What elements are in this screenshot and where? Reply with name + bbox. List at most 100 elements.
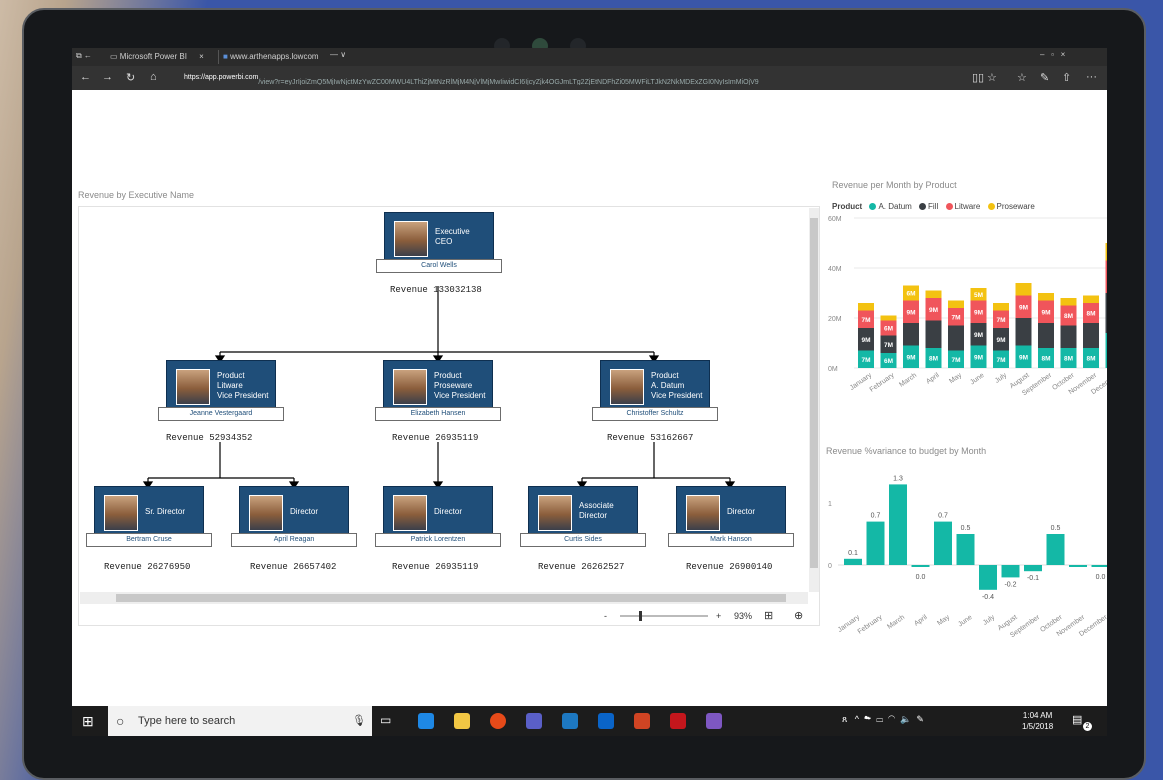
- org-node-role-line: Vice President: [217, 391, 269, 400]
- data-label: 8M: [1086, 356, 1095, 363]
- revenue-label: Revenue: [392, 562, 430, 572]
- stacked-chart-title: Revenue per Month by Product: [832, 180, 957, 190]
- data-label: 9M: [906, 309, 915, 316]
- bar-segment: [858, 303, 874, 311]
- data-label: 6M: [906, 291, 915, 298]
- org-node-role: Director: [434, 507, 462, 517]
- data-label: 0.7: [871, 513, 881, 520]
- org-node[interactable]: Director Patrick Lorentzen: [375, 486, 501, 547]
- org-node-name: Patrick Lorentzen: [375, 533, 501, 547]
- bar: [1024, 565, 1042, 572]
- org-node-revenue: Revenue 26262527: [538, 562, 624, 572]
- avatar: [610, 369, 644, 405]
- org-node[interactable]: Sr. Director Bertram Cruse: [86, 486, 212, 547]
- horizontal-scrollbar[interactable]: [80, 592, 808, 604]
- bar-segment: [880, 315, 897, 321]
- org-node-role-line: Litware: [217, 381, 243, 390]
- outlook-icon[interactable]: [598, 713, 614, 729]
- revenue-label: Revenue: [250, 562, 288, 572]
- revenue-value: 133032138: [433, 285, 482, 295]
- avatar: [176, 369, 210, 405]
- org-node[interactable]: Product Proseware Vice President Elizabeth …: [375, 360, 501, 421]
- zoom-magnifier-icon[interactable]: ⊕: [794, 609, 803, 622]
- data-label: 5M: [974, 292, 983, 299]
- org-node-name: Jeanne Vestergaard: [158, 407, 284, 421]
- bar: [866, 521, 885, 565]
- org-node-role-line: Associate: [579, 501, 614, 510]
- windows-start-icon[interactable]: ⊞: [82, 713, 94, 730]
- revenue-value: 52934352: [209, 433, 253, 443]
- avatar: [393, 495, 427, 531]
- org-node[interactable]: Director April Reagan: [231, 486, 357, 547]
- scroll-thumb[interactable]: [116, 594, 786, 602]
- zoom-in-button[interactable]: +: [716, 611, 721, 621]
- fit-to-page-icon[interactable]: ⊞: [764, 609, 773, 622]
- variance-bar-chart: 010.1January0.7February1.3March0.0April0…: [828, 475, 1107, 638]
- org-node[interactable]: Executive CEO Carol Wells: [376, 212, 502, 273]
- data-label: 7M: [861, 357, 870, 364]
- zoom-out-button[interactable]: -: [604, 611, 607, 621]
- bar: [979, 565, 997, 590]
- notification-icon[interactable]: ▤: [1072, 713, 1082, 726]
- scroll-thumb[interactable]: [810, 218, 818, 568]
- bar: [956, 534, 975, 565]
- org-node-role-line: A. Datum: [651, 381, 685, 390]
- bar-segment: [1015, 318, 1032, 346]
- avatar: [104, 495, 138, 531]
- chrome-icon[interactable]: [490, 713, 506, 729]
- avatar: [538, 495, 572, 531]
- avatar: [686, 495, 720, 531]
- vertical-scrollbar[interactable]: [809, 208, 819, 592]
- data-label: 0.0: [916, 574, 926, 581]
- x-tick-label: June: [969, 372, 986, 387]
- org-node[interactable]: Product A. Datum Vice President Christoffer…: [592, 360, 718, 421]
- y-tick-label: 60M: [828, 216, 842, 223]
- bar-segment: [1105, 293, 1107, 333]
- microphone-icon[interactable]: 🎙: [352, 706, 366, 736]
- taskbar-clock[interactable]: 1:04 AM 1/5/2018: [1022, 710, 1053, 732]
- dynamics-icon[interactable]: [562, 713, 578, 729]
- data-label: 9M: [1041, 309, 1050, 316]
- org-node[interactable]: Director Mark Hanson: [668, 486, 794, 547]
- task-view-icon[interactable]: ▭: [380, 713, 391, 727]
- avatar: [394, 221, 428, 257]
- revenue-value: 53162667: [650, 433, 694, 443]
- legend-item: A. Datum: [878, 202, 912, 211]
- data-label: -0.2: [1004, 581, 1016, 588]
- edge-browser-icon[interactable]: [418, 713, 434, 729]
- cortana-icon: ○: [116, 713, 125, 729]
- revenue-label: Revenue: [607, 433, 645, 443]
- org-node-role: Product A. Datum Vice President: [651, 371, 702, 401]
- org-node-role: Director: [727, 507, 755, 517]
- legend-item: Fill: [928, 202, 939, 211]
- taskbar-search-box[interactable]: ○ Type here to search 🎙: [108, 706, 372, 736]
- x-tick-label: May: [936, 614, 951, 628]
- org-node-name: Carol Wells: [376, 259, 502, 273]
- data-label: 7M: [861, 317, 870, 324]
- data-label: 9M: [929, 307, 938, 314]
- org-node-name: Bertram Cruse: [86, 533, 212, 547]
- teams-icon[interactable]: [526, 713, 542, 729]
- org-node-name: Elizabeth Hansen: [375, 407, 501, 421]
- system-tray-icon[interactable]: ጸ ^ ☁ ▭ ◠ 🔈 ✎: [842, 714, 924, 725]
- bar-segment: [948, 300, 964, 308]
- bar: [1001, 565, 1020, 578]
- bar: [1046, 534, 1065, 565]
- zoom-slider[interactable]: [620, 611, 708, 621]
- windows-taskbar: ⊞ ○ Type here to search 🎙 ▭ ጸ ^ ☁ ▭ ◠ 🔈 …: [72, 706, 1107, 736]
- file-explorer-icon[interactable]: [454, 713, 470, 729]
- data-label: 8M: [1086, 311, 1095, 318]
- paint-icon[interactable]: [706, 713, 722, 729]
- x-tick-label: July: [994, 372, 1009, 385]
- variance-chart-title: Revenue %variance to budget by Month: [826, 446, 987, 456]
- data-label: 8M: [1064, 356, 1073, 363]
- powerpoint-icon[interactable]: [634, 713, 650, 729]
- acrobat-icon[interactable]: [670, 713, 686, 729]
- org-node-revenue: Revenue 26900140: [686, 562, 772, 572]
- x-tick-label: April: [925, 372, 941, 386]
- data-label: 9M: [906, 354, 915, 361]
- org-node[interactable]: Product Litware Vice President Jeanne Veste…: [158, 360, 284, 421]
- org-node[interactable]: Associate Director Curtis Sides: [520, 486, 646, 547]
- data-label: 8M: [929, 356, 938, 363]
- notification-badge: 2: [1083, 722, 1092, 731]
